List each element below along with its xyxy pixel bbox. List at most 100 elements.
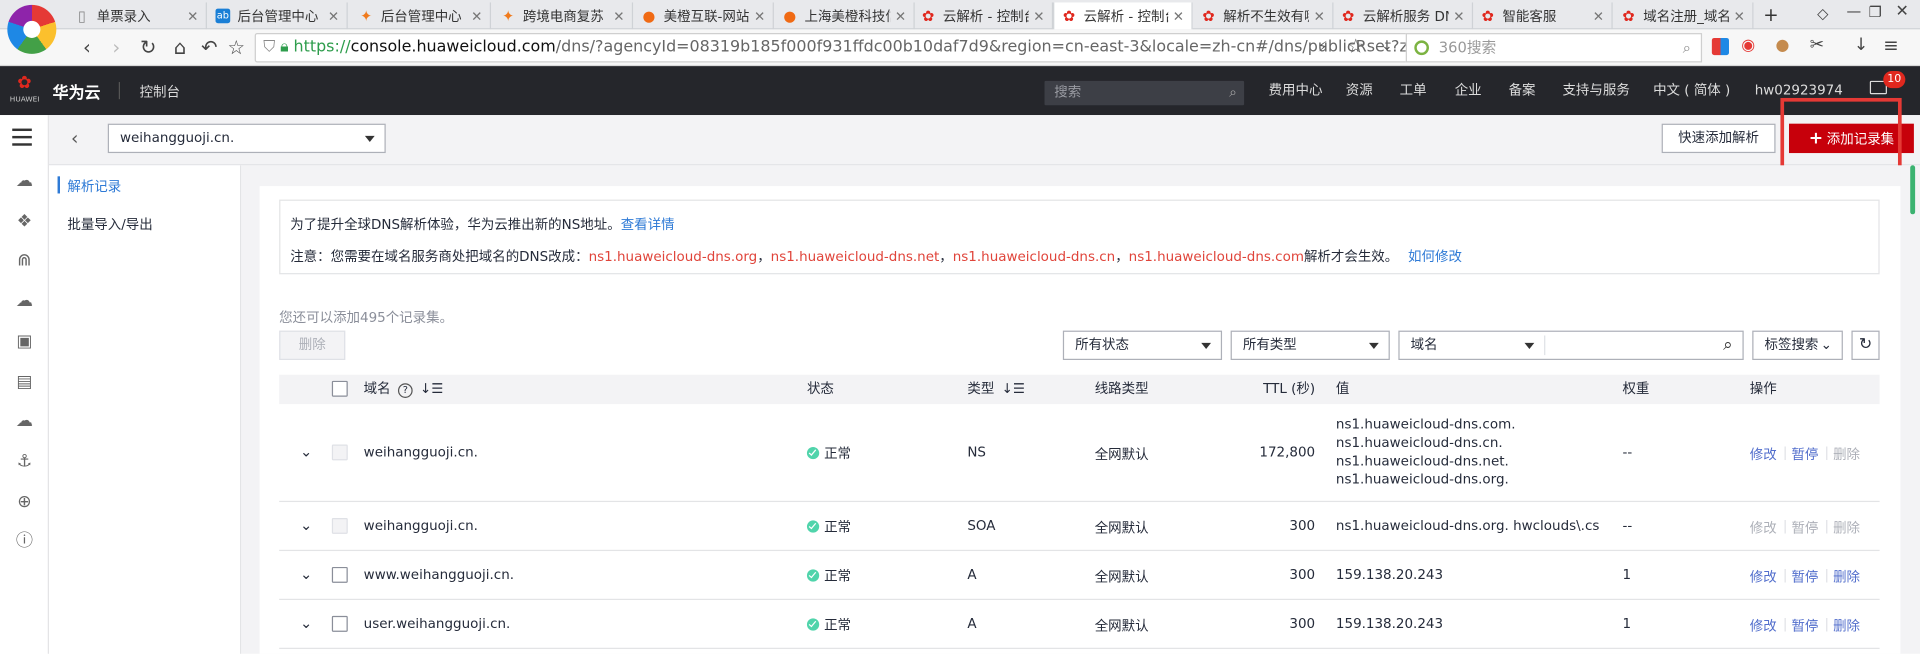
search-icon[interactable]: ⌕ [1683,34,1691,61]
flash-icon[interactable]: ⚡ [1318,38,1328,55]
search-icon[interactable]: ⌕ [1723,332,1733,359]
browser-tab[interactable]: ▯ 单票录入 ✕ [67,2,207,30]
delete-button[interactable]: 删除 [279,330,346,361]
nav-icp[interactable]: 备案 [1509,66,1536,115]
browser-tab[interactable]: ✦ 跨境电商复苏 ✕ [493,2,634,30]
edit-link[interactable]: 修改 [1750,616,1777,636]
type-filter[interactable]: 所有类型 [1230,330,1390,361]
edit-link[interactable]: 修改 [1750,567,1777,587]
row-checkbox[interactable] [331,615,348,632]
shirt-icon[interactable]: ◇ [1817,5,1828,22]
close-tab-icon[interactable]: ✕ [471,8,482,24]
pause-link[interactable]: 暂停 [1791,567,1818,587]
browser-search-field[interactable]: 360搜索 ⌕ [1405,33,1703,63]
dropdown-icon[interactable]: ⌄ [1381,38,1392,54]
cloud-icon[interactable]: ☁ [12,169,36,193]
close-tab-icon[interactable]: ✕ [754,8,765,24]
browser-tab[interactable]: ✿ 域名注册_域名 ✕ [1614,2,1754,30]
cloud-check-icon[interactable]: ☁ [12,409,36,433]
cloud-server-icon[interactable]: ☁ [12,289,36,313]
close-tab-icon[interactable]: ✕ [1173,8,1184,24]
close-tab-icon[interactable]: ✕ [1593,8,1604,24]
bookmark-star-icon[interactable]: ☆ [223,34,250,61]
sort-icon[interactable]: ↓☰ [420,381,443,397]
database-icon[interactable]: ▣ [12,329,36,353]
nav-enterprise[interactable]: 企业 [1455,66,1482,115]
browser-tab[interactable]: ✿云解析 - 控制台✕ [1053,2,1193,30]
favorite-icon[interactable]: ☆ [1347,34,1365,57]
header-search-icon[interactable]: ⌕ [1229,81,1237,105]
row-checkbox[interactable] [331,566,348,583]
close-window-icon[interactable]: ✕ [1896,2,1909,20]
view-details-link[interactable]: 查看详情 [621,217,675,233]
close-tab-icon[interactable]: ✕ [613,8,624,24]
close-tab-icon[interactable]: ✕ [1734,8,1745,24]
ip-icon[interactable]: ⓘ [12,529,36,553]
close-tab-icon[interactable]: ✕ [895,8,906,24]
globe-icon[interactable]: ⊕ [12,490,36,514]
back-icon[interactable]: ‹ [73,34,100,61]
undo-icon[interactable]: ↶ [196,34,223,61]
home-icon[interactable]: ⌂ [167,34,194,61]
nav-tickets[interactable]: 工单 [1400,66,1427,115]
nav-language[interactable]: 中文 ( 简体 ) [1653,66,1730,115]
chevron-down-icon[interactable]: ⌄ [300,566,315,583]
close-tab-icon[interactable]: ✕ [1453,8,1464,24]
edit-link[interactable]: 修改 [1750,444,1777,464]
cluster-icon[interactable]: ❖ [12,209,36,233]
browser-tab[interactable]: ✿ 云解析服务 DN ✕ [1333,2,1474,30]
close-tab-icon[interactable]: ✕ [328,8,339,24]
minimize-icon[interactable]: — [1847,2,1862,19]
download-icon[interactable]: ↓ [1854,36,1868,56]
header-search-input[interactable]: 搜索 ⌕ [1044,80,1245,106]
cookie-icon[interactable]: ● [1776,37,1790,55]
chevron-down-icon[interactable]: ⌄ [300,443,315,460]
sidebar-item-import-export[interactable]: 批量导入/导出 [67,214,152,234]
tag-search-button[interactable]: 标签搜索 ⌄ [1752,330,1843,361]
forward-icon[interactable]: › [103,34,130,61]
browser-tab[interactable]: ✿ 解析不生效有哪 ✕ [1194,2,1334,30]
menu-icon[interactable]: ≡ [1883,34,1898,56]
help-icon[interactable]: ? [397,383,413,398]
close-tab-icon[interactable]: ✕ [187,8,198,24]
search-field-filter[interactable]: 域名 ⌕ [1398,330,1744,361]
refresh-button[interactable]: ↻ [1851,330,1880,361]
nav-billing[interactable]: 费用中心 [1269,66,1323,115]
scrollbar-thumb[interactable] [1910,165,1916,215]
close-tab-icon[interactable]: ✕ [1033,8,1044,24]
back-arrow-icon[interactable]: ‹ [71,127,78,149]
huawei-logo-icon[interactable]: ✿ [12,73,36,93]
status-filter[interactable]: 所有状态 [1062,330,1223,361]
sort-icon[interactable]: ↓☰ [1002,381,1025,397]
browser-tab[interactable]: ✿云解析 - 控制台✕ [913,2,1054,30]
reload-icon[interactable]: ↻ [135,34,162,61]
pause-link[interactable]: 暂停 [1791,616,1818,636]
close-tab-icon[interactable]: ✕ [1314,8,1325,24]
storage-icon[interactable]: ▤ [12,370,36,394]
delete-link[interactable]: 删除 [1833,616,1860,636]
nav-support[interactable]: 支持与服务 [1562,66,1629,115]
bridge-icon[interactable]: ⋒ [12,249,36,273]
brand-title[interactable]: 华为云 [53,80,101,102]
browser-tab[interactable]: ✦ 后台管理中心 ✕ [351,2,492,30]
pause-link[interactable]: 暂停 [1791,444,1818,464]
new-tab-icon[interactable]: + [1763,4,1778,26]
quick-add-button[interactable]: 快速添加解析 [1661,123,1776,154]
chevron-down-icon[interactable]: ⌄ [300,615,315,632]
how-to-modify-link[interactable]: 如何修改 [1408,249,1462,265]
chevron-down-icon[interactable]: ⌄ [300,517,315,534]
restore-icon[interactable]: ❐ [1869,4,1882,21]
select-all-checkbox[interactable] [331,380,348,397]
gamepad-icon[interactable]: ◉ [1741,37,1755,55]
browser-tab[interactable]: ● 美橙互联-网站制✕ [634,2,774,30]
scissors-icon[interactable]: ✂ [1810,36,1824,56]
zone-select[interactable]: weihangguoji.cn. [107,123,386,154]
console-link[interactable]: 控制台 [140,82,180,102]
url-field[interactable]: ⛉ 🔒︎ https://console.huaweicloud.com/dns/?… [254,33,1529,63]
browser-tab[interactable]: ab 后台管理中心 ✕ [208,2,348,30]
apps-icon[interactable] [1711,37,1729,56]
browser-tab[interactable]: ✿ 智能客服 ✕ [1473,2,1613,30]
sidebar-item-records[interactable]: 解析记录 [67,176,121,196]
nav-resources[interactable]: 资源 [1346,66,1373,115]
anchor-icon[interactable]: ⚓ [12,449,36,473]
